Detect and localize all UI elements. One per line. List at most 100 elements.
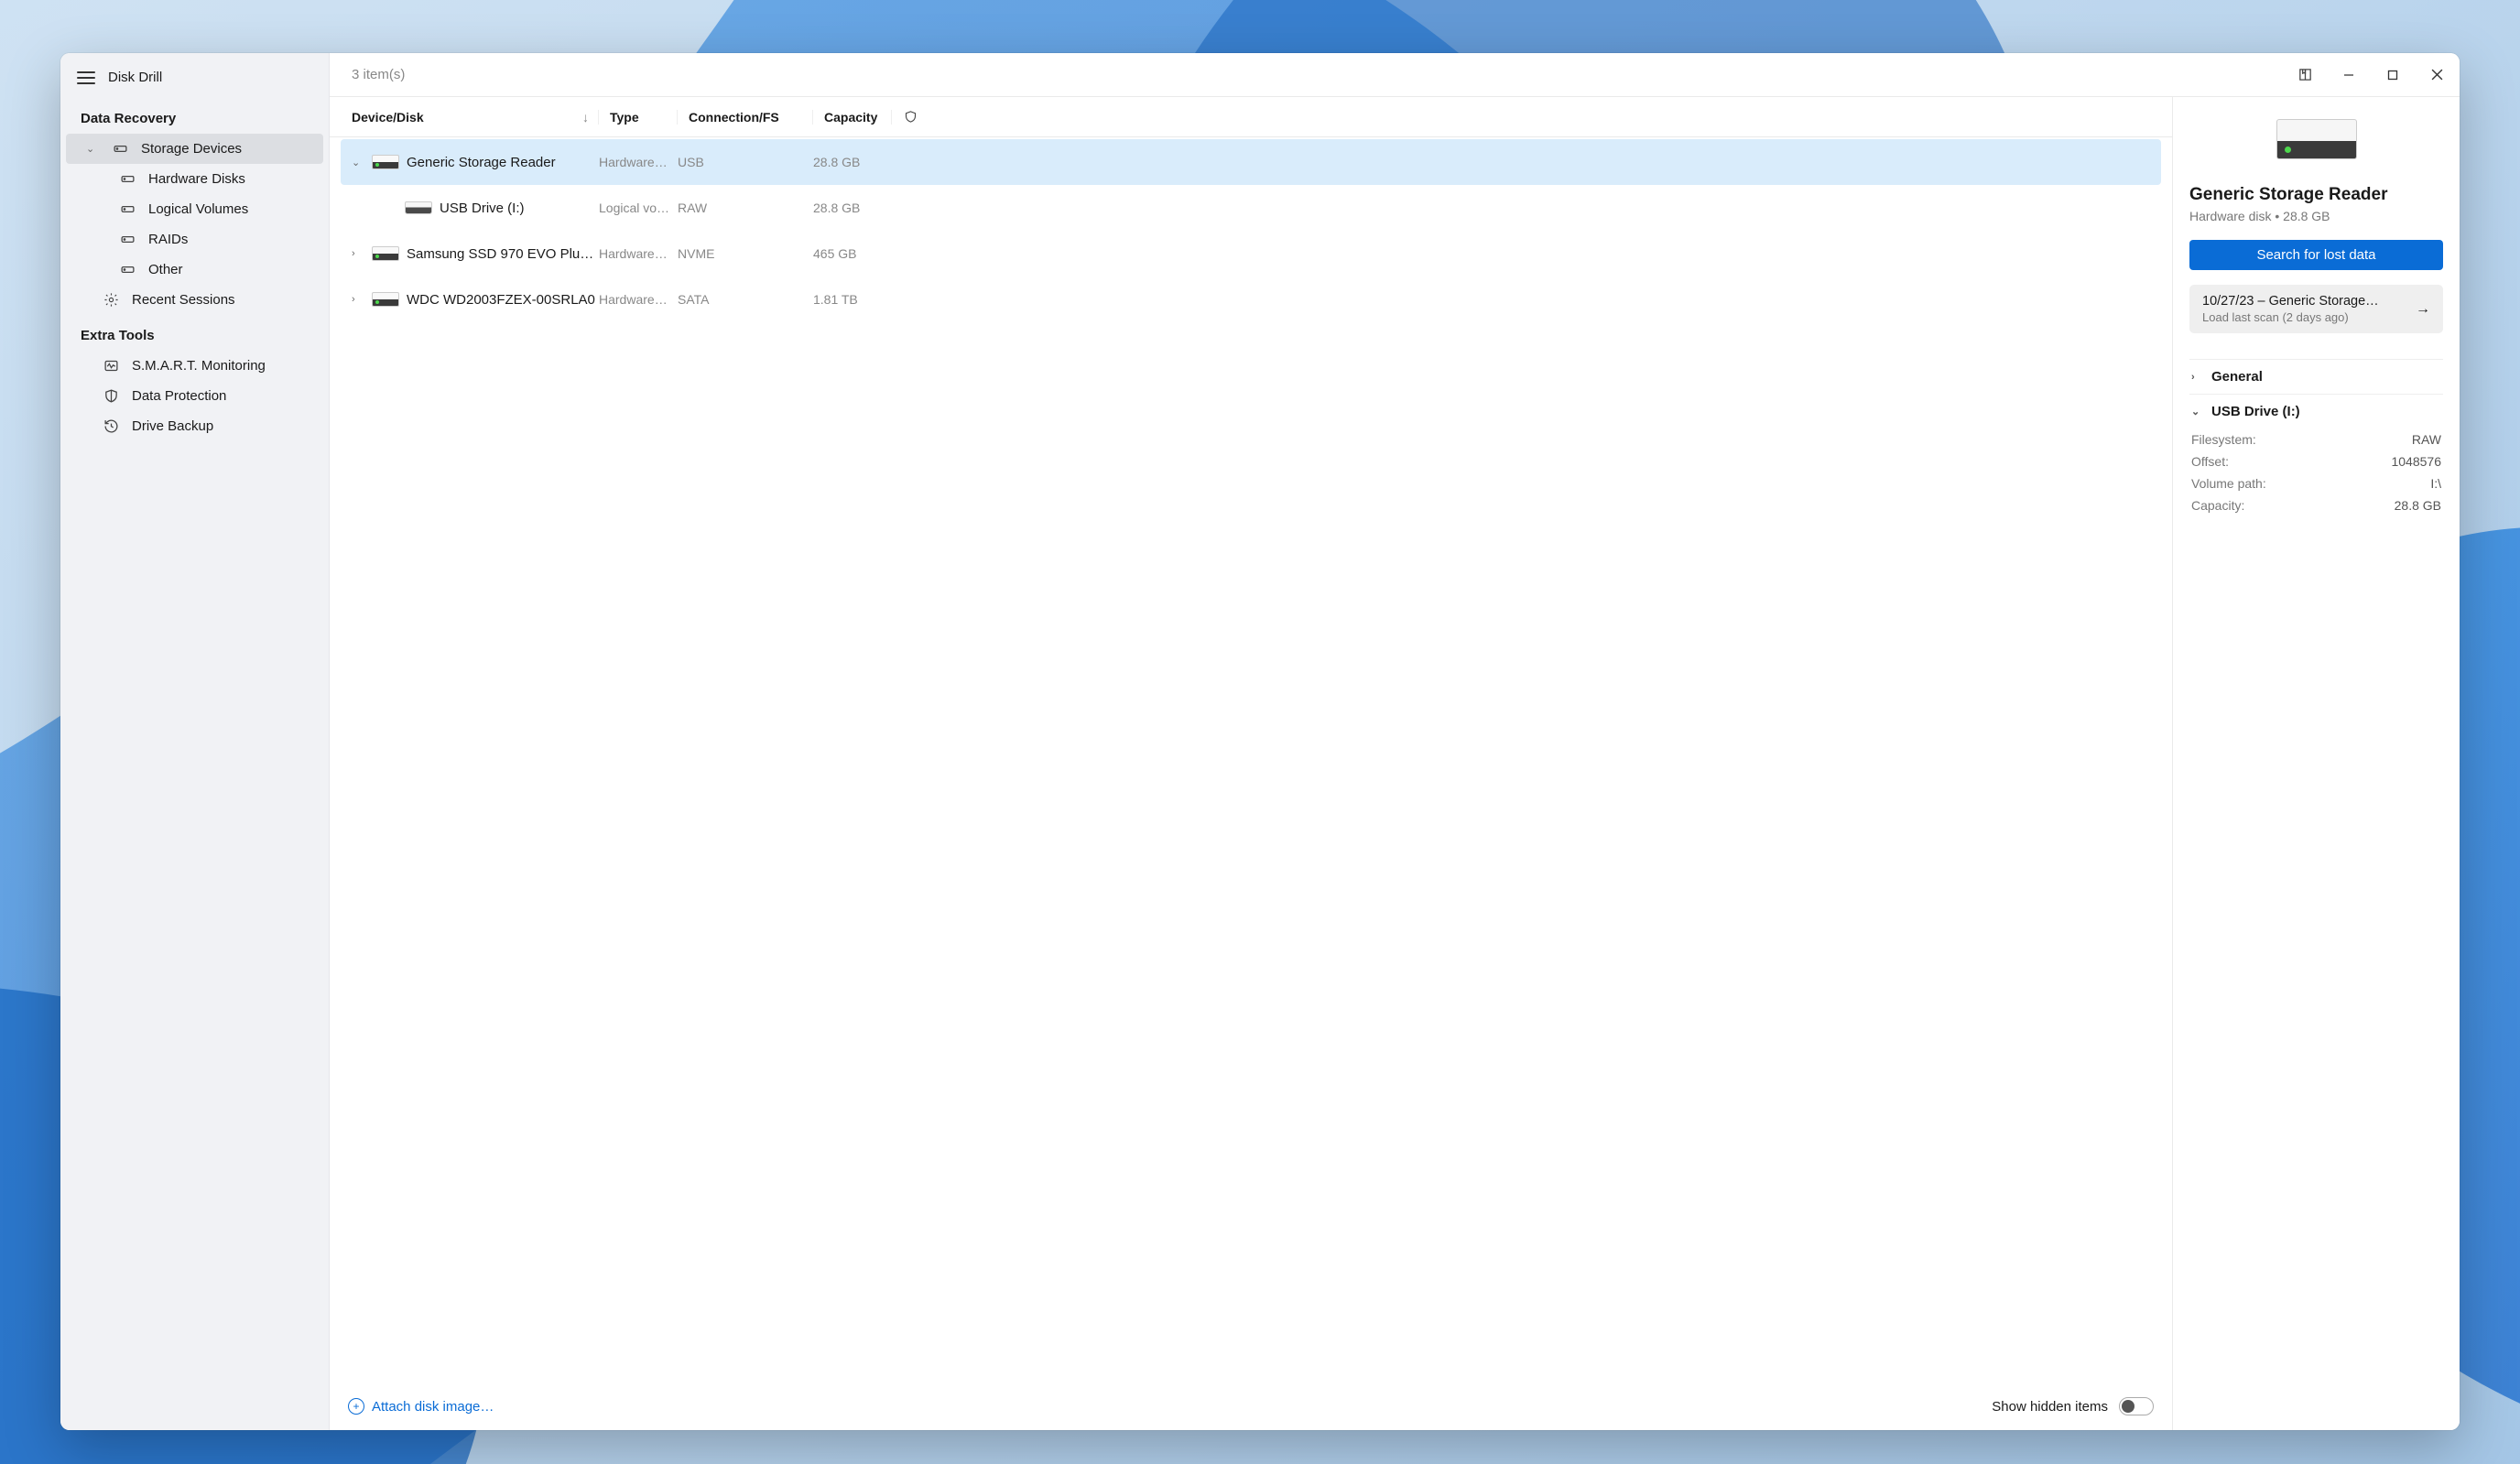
window-controls bbox=[2297, 67, 2445, 83]
gear-icon bbox=[103, 292, 119, 308]
device-name: USB Drive (I:) bbox=[440, 201, 525, 216]
device-list: Device/Disk ↓ Type Connection/FS Capacit… bbox=[330, 97, 2172, 1430]
last-scan-title: 10/27/23 – Generic Storage… bbox=[2202, 294, 2408, 309]
accordion-volume[interactable]: ⌄ USB Drive (I:) Filesystem:RAWOffset:10… bbox=[2189, 394, 2443, 526]
sidebar-item-recent-sessions[interactable]: Recent Sessions bbox=[66, 285, 323, 315]
property-value: I:\ bbox=[2430, 476, 2441, 491]
history-icon bbox=[103, 418, 119, 434]
column-label: Type bbox=[610, 110, 639, 125]
column-headers: Device/Disk ↓ Type Connection/FS Capacit… bbox=[330, 97, 2172, 137]
property-row: Volume path: I:\ bbox=[2191, 472, 2441, 494]
device-row[interactable]: ›WDC WD2003FZEX-00SRLA0Hardware…SATA1.81… bbox=[341, 277, 2161, 322]
maximize-button[interactable] bbox=[2384, 67, 2401, 83]
accordion-label: General bbox=[2211, 369, 2263, 385]
shield-icon bbox=[904, 110, 918, 124]
disk-drive-icon bbox=[372, 155, 399, 169]
device-connection: SATA bbox=[678, 292, 813, 307]
chevron-right-icon: › bbox=[2191, 372, 2202, 383]
device-connection: RAW bbox=[678, 201, 813, 215]
device-type: Logical vol… bbox=[599, 201, 678, 215]
property-row: Filesystem: RAW bbox=[2191, 428, 2441, 450]
column-type[interactable]: Type bbox=[599, 110, 678, 125]
usb-drive-icon bbox=[405, 201, 432, 214]
sidebar-item-label: Drive Backup bbox=[132, 418, 213, 434]
chevron-right-icon[interactable]: › bbox=[352, 248, 364, 259]
sidebar-item-storage-devices[interactable]: ⌄ Storage Devices bbox=[66, 134, 323, 164]
property-key: Capacity: bbox=[2191, 498, 2244, 513]
sidebar-item-smart[interactable]: S.M.A.R.T. Monitoring bbox=[66, 351, 323, 381]
column-label: Capacity bbox=[824, 110, 877, 125]
device-row[interactable]: ⌄ Generic Storage Reader Hardware…USB28.8 … bbox=[341, 139, 2161, 185]
device-capacity: 28.8 GB bbox=[813, 155, 892, 169]
column-connection[interactable]: Connection/FS bbox=[678, 110, 813, 125]
sidebar-item-label: Storage Devices bbox=[141, 141, 242, 157]
device-name: Samsung SSD 970 EVO Plu… bbox=[407, 246, 593, 262]
plus-circle-icon: + bbox=[348, 1398, 364, 1415]
device-connection: USB bbox=[678, 155, 813, 169]
device-type: Hardware… bbox=[599, 292, 678, 307]
chevron-down-icon: ⌄ bbox=[86, 143, 99, 155]
sidebar-item-other[interactable]: Other bbox=[66, 255, 323, 285]
device-capacity: 465 GB bbox=[813, 246, 892, 261]
column-label: Device/Disk bbox=[352, 110, 424, 125]
bottombar: + Attach disk image… Show hidden items bbox=[330, 1383, 2172, 1430]
device-capacity: 28.8 GB bbox=[813, 201, 892, 215]
device-type: Hardware… bbox=[599, 155, 678, 169]
activity-icon bbox=[103, 358, 119, 374]
minimize-button[interactable] bbox=[2341, 67, 2357, 83]
accordion-general[interactable]: › General bbox=[2189, 359, 2443, 394]
property-value: 28.8 GB bbox=[2395, 498, 2441, 513]
close-button[interactable] bbox=[2428, 67, 2445, 83]
chevron-right-icon[interactable]: › bbox=[352, 294, 364, 305]
property-row: Capacity: 28.8 GB bbox=[2191, 494, 2441, 516]
column-capacity[interactable]: Capacity bbox=[813, 110, 892, 125]
property-key: Offset: bbox=[2191, 454, 2229, 469]
sidebar-item-label: Logical Volumes bbox=[148, 201, 248, 217]
sidebar-item-data-protection[interactable]: Data Protection bbox=[66, 381, 323, 411]
chevron-down-icon[interactable]: ⌄ bbox=[352, 157, 364, 168]
property-key: Filesystem: bbox=[2191, 432, 2256, 447]
app-title: Disk Drill bbox=[108, 70, 162, 85]
property-key: Volume path: bbox=[2191, 476, 2266, 491]
column-protection[interactable] bbox=[892, 110, 929, 124]
drive-icon bbox=[119, 171, 136, 187]
drive-icon bbox=[119, 232, 136, 247]
search-lost-data-button[interactable]: Search for lost data bbox=[2189, 240, 2443, 270]
sidebar-item-raids[interactable]: RAIDs bbox=[66, 224, 323, 255]
drive-icon bbox=[119, 262, 136, 277]
device-row[interactable]: USB Drive (I:) Logical vol…RAW28.8 GB bbox=[341, 185, 2161, 231]
column-device[interactable]: Device/Disk ↓ bbox=[330, 110, 599, 125]
sidebar-item-hardware-disks[interactable]: Hardware Disks bbox=[66, 164, 323, 194]
device-connection: NVME bbox=[678, 246, 813, 261]
device-illustration bbox=[2189, 119, 2443, 159]
bookmark-icon[interactable] bbox=[2297, 67, 2313, 83]
sidebar-section-extra-tools: Extra Tools bbox=[60, 315, 329, 351]
device-name: Generic Storage Reader bbox=[407, 155, 556, 170]
sidebar-item-label: RAIDs bbox=[148, 232, 188, 247]
property-value: 1048576 bbox=[2391, 454, 2441, 469]
drive-icon bbox=[112, 141, 128, 157]
attach-label: Attach disk image… bbox=[372, 1399, 494, 1415]
sidebar-item-label: Other bbox=[148, 262, 183, 277]
sort-desc-icon: ↓ bbox=[582, 110, 589, 125]
sidebar: Disk Drill Data Recovery ⌄ Storage Devic… bbox=[60, 53, 330, 1430]
menu-icon[interactable] bbox=[77, 71, 95, 84]
sidebar-section-data-recovery: Data Recovery bbox=[60, 98, 329, 134]
attach-disk-image-button[interactable]: + Attach disk image… bbox=[348, 1398, 494, 1415]
device-row[interactable]: ›Samsung SSD 970 EVO Plu…Hardware…NVME46… bbox=[341, 231, 2161, 277]
detail-title: Generic Storage Reader bbox=[2189, 185, 2443, 205]
sidebar-item-label: Data Protection bbox=[132, 388, 226, 404]
sidebar-item-drive-backup[interactable]: Drive Backup bbox=[66, 411, 323, 441]
last-scan-subtitle: Load last scan (2 days ago) bbox=[2202, 310, 2408, 324]
shield-icon bbox=[103, 388, 119, 404]
hidden-items-toggle[interactable] bbox=[2119, 1397, 2154, 1415]
chevron-down-icon: ⌄ bbox=[2191, 406, 2202, 418]
sidebar-item-label: Hardware Disks bbox=[148, 171, 245, 187]
sidebar-item-label: S.M.A.R.T. Monitoring bbox=[132, 358, 266, 374]
main-area: 3 item(s) Device/Di bbox=[330, 53, 2460, 1430]
last-scan-card[interactable]: 10/27/23 – Generic Storage… Load last sc… bbox=[2189, 285, 2443, 333]
sidebar-item-logical-volumes[interactable]: Logical Volumes bbox=[66, 194, 323, 224]
item-count: 3 item(s) bbox=[352, 67, 405, 82]
property-value: RAW bbox=[2412, 432, 2441, 447]
device-name: WDC WD2003FZEX-00SRLA0 bbox=[407, 292, 595, 308]
